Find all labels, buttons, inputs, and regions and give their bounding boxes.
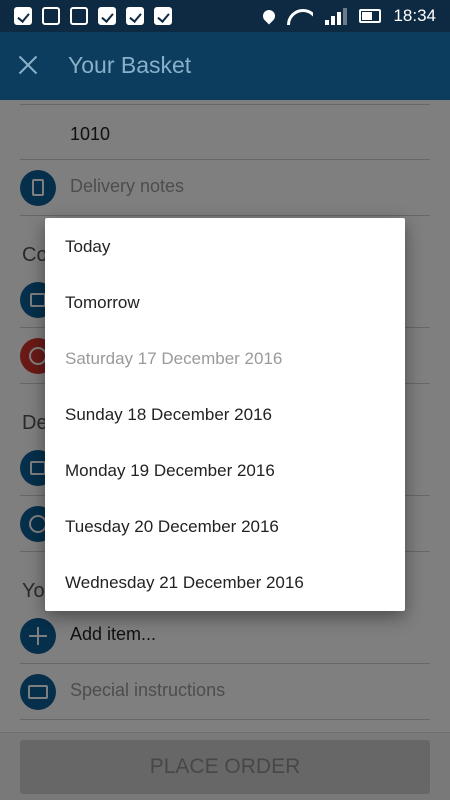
task-notification-icon-2 bbox=[154, 7, 172, 25]
signal-icon bbox=[325, 7, 348, 25]
battery-icon bbox=[359, 9, 382, 23]
system-status: 18:34 bbox=[260, 0, 436, 32]
play-notification-icon bbox=[98, 7, 116, 25]
close-icon[interactable] bbox=[14, 52, 42, 80]
page-title: Your Basket bbox=[68, 52, 192, 78]
date-option-tomorrow[interactable]: Tomorrow bbox=[45, 275, 405, 331]
sync-notification-icon bbox=[70, 7, 88, 25]
wifi-icon bbox=[287, 7, 314, 25]
date-option-tuesday[interactable]: Tuesday 20 December 2016 bbox=[45, 499, 405, 555]
task-notification-icon bbox=[126, 7, 144, 25]
date-option-sunday[interactable]: Sunday 18 December 2016 bbox=[45, 387, 405, 443]
shield-notification-icon bbox=[42, 7, 60, 25]
date-option-saturday: Saturday 17 December 2016 bbox=[65, 349, 283, 368]
image-notification-icon bbox=[14, 7, 32, 25]
status-bar: 18:34 bbox=[0, 0, 450, 32]
date-option-list: Today Tomorrow Saturday 17 December 2016… bbox=[45, 218, 405, 611]
date-picker-dialog: Today Tomorrow Saturday 17 December 2016… bbox=[45, 218, 405, 611]
date-option-today[interactable]: Today bbox=[45, 219, 405, 275]
notification-icons bbox=[14, 7, 172, 25]
date-option-wednesday[interactable]: Wednesday 21 December 2016 bbox=[45, 555, 405, 611]
location-icon bbox=[260, 7, 278, 25]
date-option-monday[interactable]: Monday 19 December 2016 bbox=[45, 443, 405, 499]
clock: 18:34 bbox=[393, 6, 436, 25]
app-bar: Your Basket bbox=[0, 32, 450, 100]
